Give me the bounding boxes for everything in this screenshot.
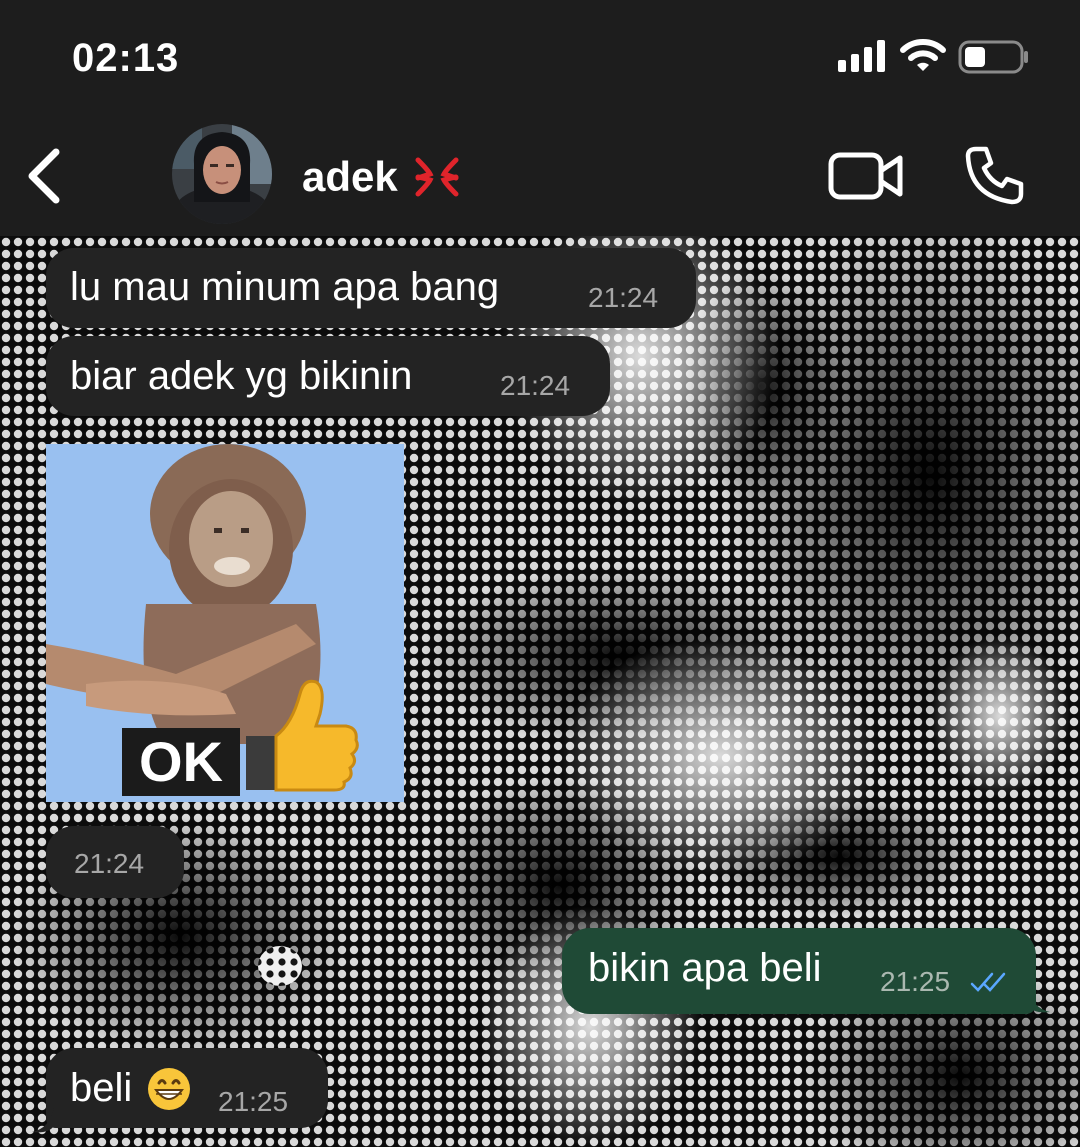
- message-list[interactable]: lu mau minum apa bang 21:24 biar adek yg…: [0, 236, 1080, 1147]
- outgoing-bubble-tail: [1028, 988, 1050, 1013]
- incoming-message-bubble[interactable]: beli 21:25: [46, 1048, 328, 1128]
- incoming-message-bubble[interactable]: biar adek yg bikinin 21:24: [46, 336, 610, 416]
- outgoing-message-bubble[interactable]: bikin apa beli 21:25: [562, 928, 1036, 1014]
- back-arrow-icon[interactable]: [22, 146, 66, 206]
- status-time: 02:13: [72, 36, 180, 80]
- message-time: 21:25: [880, 966, 951, 997]
- message-text: lu mau minum apa bang: [70, 265, 500, 309]
- ok-lion-sticker[interactable]: OK: [46, 444, 404, 802]
- anger-symbol-icon: [415, 157, 459, 197]
- wifi-icon: [900, 39, 946, 71]
- message-time: 21:24: [74, 848, 145, 879]
- chat-screen: 02:13 adek lu mau minum apa bang 21:24 b…: [0, 0, 1080, 1147]
- message-time: 21:24: [588, 282, 659, 313]
- message-time: 21:24: [500, 370, 571, 401]
- message-text: biar adek yg bikinin: [70, 354, 413, 398]
- incoming-bubble-tail: [32, 1108, 54, 1133]
- sticker-time-bubble: 21:24: [46, 826, 184, 898]
- contact-name[interactable]: adek: [302, 153, 398, 201]
- message-text: bikin apa beli: [588, 946, 822, 990]
- message-text: beli: [70, 1066, 133, 1110]
- video-call-icon[interactable]: [828, 150, 904, 202]
- thumbs-up-icon: [246, 679, 359, 792]
- phone-call-icon[interactable]: [962, 144, 1026, 206]
- incoming-message-bubble[interactable]: lu mau minum apa bang 21:24: [46, 248, 696, 328]
- grinning-face-icon: [148, 1068, 190, 1110]
- chat-header: 02:13 adek: [0, 0, 1080, 236]
- message-time: 21:25: [218, 1086, 289, 1117]
- battery-icon: [958, 40, 1028, 74]
- cellular-signal-icon: [838, 40, 885, 72]
- contact-avatar[interactable]: [172, 124, 272, 224]
- read-receipt-icon: [970, 972, 1006, 992]
- sticker-ok-label: OK: [122, 728, 240, 796]
